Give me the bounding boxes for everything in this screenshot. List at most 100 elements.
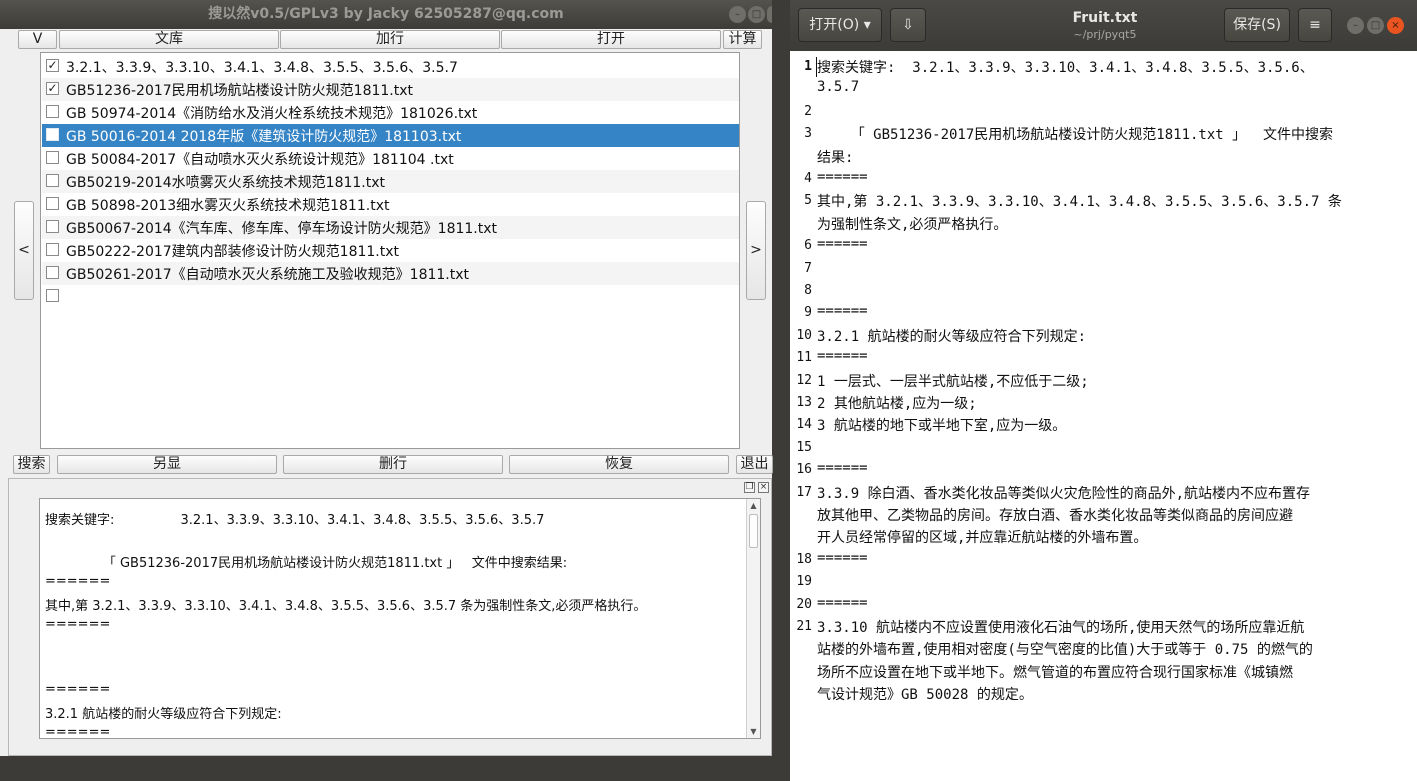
document-title: Fruit.txt: [1072, 10, 1138, 26]
editor-text-line: 场所不应设置在地下或半地下。燃气管道的布置应符合现行国家标准《城镇燃: [817, 664, 1293, 681]
gedit-minimize-icon[interactable]: –: [1347, 17, 1364, 34]
editor-text-line: 3.3.10 航站楼内不应设置使用液化石油气的场所,使用天然气的场所应靠近航: [817, 620, 1305, 636]
file-list-row[interactable]: [42, 285, 739, 308]
editor-text-line: 其中,第 3.2.1、3.3.9、3.3.10、3.4.1、3.4.8、3.5.…: [817, 194, 1342, 211]
result-line: 其中,第 3.2.1、3.3.9、3.3.10、3.4.1、3.4.8、3.5.…: [45, 599, 647, 615]
row-checkbox[interactable]: [46, 151, 59, 164]
editor-text-line: 3.3.9 除白酒、香水类化妆品等类似火灾危险性的商品外,航站楼内不应布置存: [817, 485, 1310, 502]
editor-text-line: 「 GB51236-2017民用机场航站楼设计防火规范1811.txt 」 文件…: [817, 127, 1334, 144]
new-tab-button[interactable]: ⇩: [890, 8, 926, 42]
editor-text-line: ======: [817, 348, 868, 365]
line-number: 2: [804, 103, 812, 119]
editor-text-line: 2 其他航站楼,应为一级;: [817, 396, 977, 412]
minimize-icon[interactable]: –: [729, 6, 746, 23]
row-checkbox[interactable]: ✓: [46, 82, 59, 95]
line-number: 10: [796, 327, 812, 343]
line-number: 6: [804, 238, 812, 254]
row-checkbox[interactable]: [46, 174, 59, 187]
search-button[interactable]: 搜索: [13, 455, 50, 474]
row-label: GB50067-2014《汽车库、修车库、停车场设计防火规范》1811.txt: [66, 221, 498, 237]
scroll-up-icon[interactable]: ▲: [747, 499, 760, 512]
result-dock: ❐ × 搜索关键字: 3.2.1、3.3.9、3.3.10、3.4.1、3.4.…: [8, 478, 772, 756]
v-button[interactable]: V: [18, 30, 57, 49]
open-button[interactable]: 打开: [501, 30, 721, 49]
line-number: 15: [796, 439, 812, 455]
open-menu-button[interactable]: 打开(O) ▾: [798, 8, 882, 42]
row-checkbox[interactable]: [46, 220, 59, 233]
document-icon: ⇩: [902, 17, 914, 33]
file-list-row[interactable]: GB50219-2014水喷雾灭火系统技术规范1811.txt: [42, 170, 739, 193]
add-line-button[interactable]: 加行: [280, 30, 500, 49]
file-list-row[interactable]: ✓ GB51236-2017民用机场航站楼设计防火规范1811.txt: [42, 78, 739, 101]
row-label: GB50222-2017建筑内部装修设计防火规范1811.txt: [66, 244, 400, 260]
editor-text-line: 结果:: [817, 149, 854, 166]
result-textarea[interactable]: 搜索关键字: 3.2.1、3.3.9、3.3.10、3.4.1、3.4.8、3.…: [39, 498, 761, 739]
file-list-row[interactable]: GB50222-2017建筑内部装修设计防火规范1811.txt: [42, 239, 739, 262]
close-icon[interactable]: [767, 6, 772, 23]
row-checkbox[interactable]: [46, 266, 59, 279]
editor-text-line: ======: [817, 169, 868, 185]
gedit-maximize-icon[interactable]: □: [1367, 17, 1384, 34]
calc-button[interactable]: 计算: [723, 30, 762, 49]
line-number: 8: [804, 283, 812, 298]
result-line: ======: [45, 681, 111, 697]
result-line: ======: [45, 573, 111, 589]
file-list-row[interactable]: GB 50898-2013细水雾灭火系统技术规范1811.txt: [42, 193, 739, 216]
show-alt-button[interactable]: 另显: [57, 455, 277, 474]
row-checkbox[interactable]: ✓: [46, 59, 59, 72]
prev-button[interactable]: <: [14, 201, 34, 300]
row-label: GB 50974-2014《消防给水及消火栓系统技术规范》181026.txt: [66, 106, 478, 122]
row-checkbox[interactable]: [46, 197, 59, 210]
editor-text-line: 气设计规范》GB 50028 的规定。: [817, 687, 1033, 704]
row-checkbox[interactable]: [46, 243, 59, 256]
row-label: GB 50016-2014 2018年版《建筑设计防火规范》181103.txt: [66, 129, 462, 145]
line-number: 4: [804, 171, 812, 186]
library-button[interactable]: 文库: [59, 30, 279, 49]
result-line: ======: [45, 617, 111, 632]
open-menu-label: 打开(O): [809, 17, 860, 33]
text-caret: [816, 57, 817, 77]
gedit-close-icon[interactable]: ×: [1387, 17, 1404, 34]
exit-button[interactable]: 退出: [736, 455, 773, 474]
restore-button[interactable]: 恢复: [509, 455, 729, 474]
line-number: 13: [796, 395, 812, 410]
next-button[interactable]: >: [746, 201, 766, 300]
result-scrollbar[interactable]: ▲ ▼: [746, 499, 760, 738]
result-line: 3.2.1 航站楼的耐火等级应符合下列规定:: [45, 707, 282, 723]
line-number: 1: [804, 59, 812, 74]
file-list-row[interactable]: GB 50016-2014 2018年版《建筑设计防火规范》181103.txt: [42, 124, 739, 147]
line-number: 19: [796, 574, 812, 590]
window-title-bar[interactable]: 搜以然v0.5/GPLv3 by Jacky 62505287@qq.com: [0, 0, 772, 29]
editor-text-line: 1 一层式、一层半式航站楼,不应低于二级;: [817, 373, 1089, 390]
editor-text-line: 3 航站楼的地下或半地下室,应为一级。: [817, 418, 1067, 435]
editor-text-line: ======: [817, 236, 868, 253]
save-button[interactable]: 保存(S): [1224, 8, 1290, 42]
row-checkbox[interactable]: [46, 289, 59, 302]
row-checkbox[interactable]: [46, 105, 59, 118]
window-title: 搜以然v0.5/GPLv3 by Jacky 62505287@qq.com: [208, 6, 564, 22]
scroll-thumb[interactable]: [749, 514, 758, 548]
hamburger-menu-button[interactable]: ≡: [1298, 8, 1332, 42]
file-list-row[interactable]: ✓ 3.2.1、3.3.9、3.3.10、3.4.1、3.4.8、3.5.5、3.…: [42, 55, 739, 78]
scroll-down-icon[interactable]: ▼: [747, 725, 760, 738]
editor-text-line: ======: [817, 549, 868, 566]
file-list-row[interactable]: GB50067-2014《汽车库、修车库、停车场设计防火规范》1811.txt: [42, 216, 739, 239]
dock-close-icon[interactable]: ×: [758, 482, 769, 493]
result-line: 「 GB51236-2017民用机场航站楼设计防火规范1811.txt 」 文件…: [45, 556, 568, 572]
file-list-row[interactable]: GB 50084-2017《自动喷水灭火系统设计规范》181104 .txt: [42, 147, 739, 170]
line-number: 14: [796, 417, 812, 433]
row-checkbox[interactable]: [46, 128, 59, 141]
file-list-row[interactable]: GB50261-2017《自动喷水灭火系统施工及验收规范》1811.txt: [42, 262, 739, 285]
maximize-icon[interactable]: □: [748, 6, 765, 23]
file-list-row[interactable]: GB 50974-2014《消防给水及消火栓系统技术规范》181026.txt: [42, 101, 739, 124]
line-number: 21: [796, 619, 812, 634]
gedit-header-bar: 打开(O) ▾ ⇩ Fruit.txt ~/prj/pyqt5 保存(S) ≡ …: [790, 0, 1417, 51]
editor-text-line: 搜索关键字: 3.2.1、3.3.9、3.3.10、3.4.1、3.4.8、3.…: [817, 60, 1314, 76]
editor-text-line: 3.5.7: [817, 79, 860, 96]
editor-text-line: 站楼的外墙布置,使用相对密度(与空气密度的比值)大于或等于 0.75 的燃气的: [817, 642, 1313, 659]
delete-line-button[interactable]: 删行: [283, 455, 503, 474]
chevron-down-icon: ▾: [863, 17, 871, 33]
row-label: GB50261-2017《自动喷水灭火系统施工及验收规范》1811.txt: [66, 267, 470, 283]
float-icon[interactable]: ❐: [744, 482, 755, 493]
line-number: 3: [804, 126, 812, 142]
